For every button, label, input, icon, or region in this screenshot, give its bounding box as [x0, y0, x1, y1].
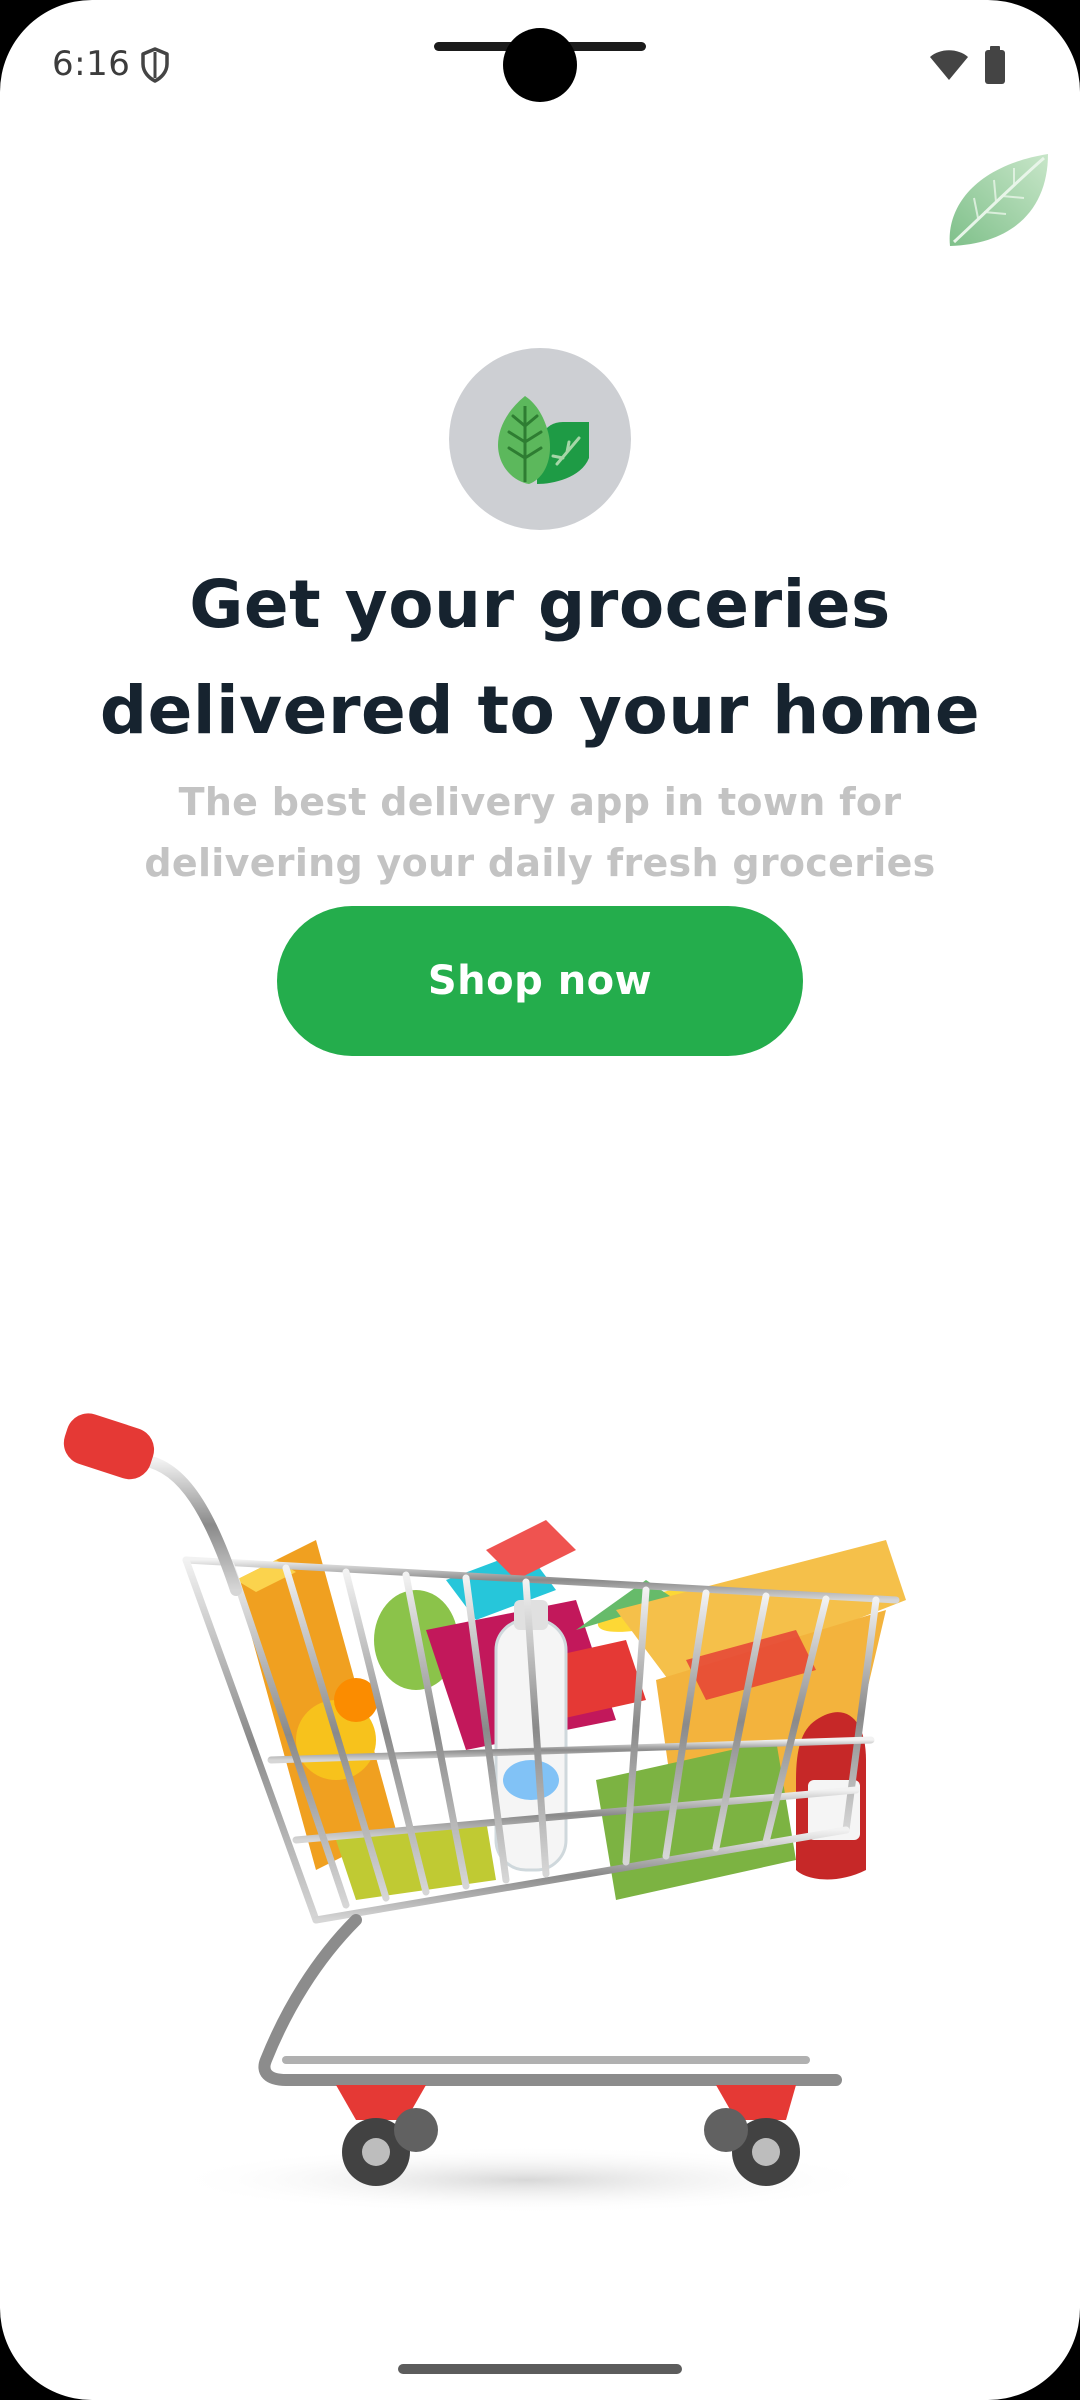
cart-frame — [258, 1914, 842, 2086]
headline: Get your groceries delivered to your hom… — [40, 552, 1040, 764]
shop-now-button[interactable]: Shop now — [277, 906, 803, 1056]
shopping-cart-illustration — [63, 1413, 906, 2214]
status-time: 6:16 — [52, 44, 131, 84]
headline-line-1: Get your groceries — [189, 566, 891, 643]
subtitle: The best delivery app in town for delive… — [100, 772, 980, 894]
camera-cutout — [503, 28, 577, 102]
status-bar: 6:16 — [0, 0, 1080, 130]
leaf-decoration-icon — [949, 154, 1048, 246]
headline-line-2: delivered to your home — [99, 672, 981, 749]
groceries — [236, 1520, 906, 1900]
onboarding-screen: 6:16 Get your groceries delivered to you… — [0, 0, 1080, 2400]
shield-icon — [141, 47, 169, 83]
wifi-icon — [930, 50, 968, 80]
app-logo — [449, 348, 631, 530]
leaf-logo-icon — [498, 396, 589, 484]
subtitle-line-2: delivering your daily fresh groceries — [144, 841, 936, 885]
subtitle-line-1: The best delivery app in town for — [178, 780, 902, 824]
home-indicator[interactable] — [398, 2364, 682, 2374]
battery-icon — [985, 46, 1005, 84]
